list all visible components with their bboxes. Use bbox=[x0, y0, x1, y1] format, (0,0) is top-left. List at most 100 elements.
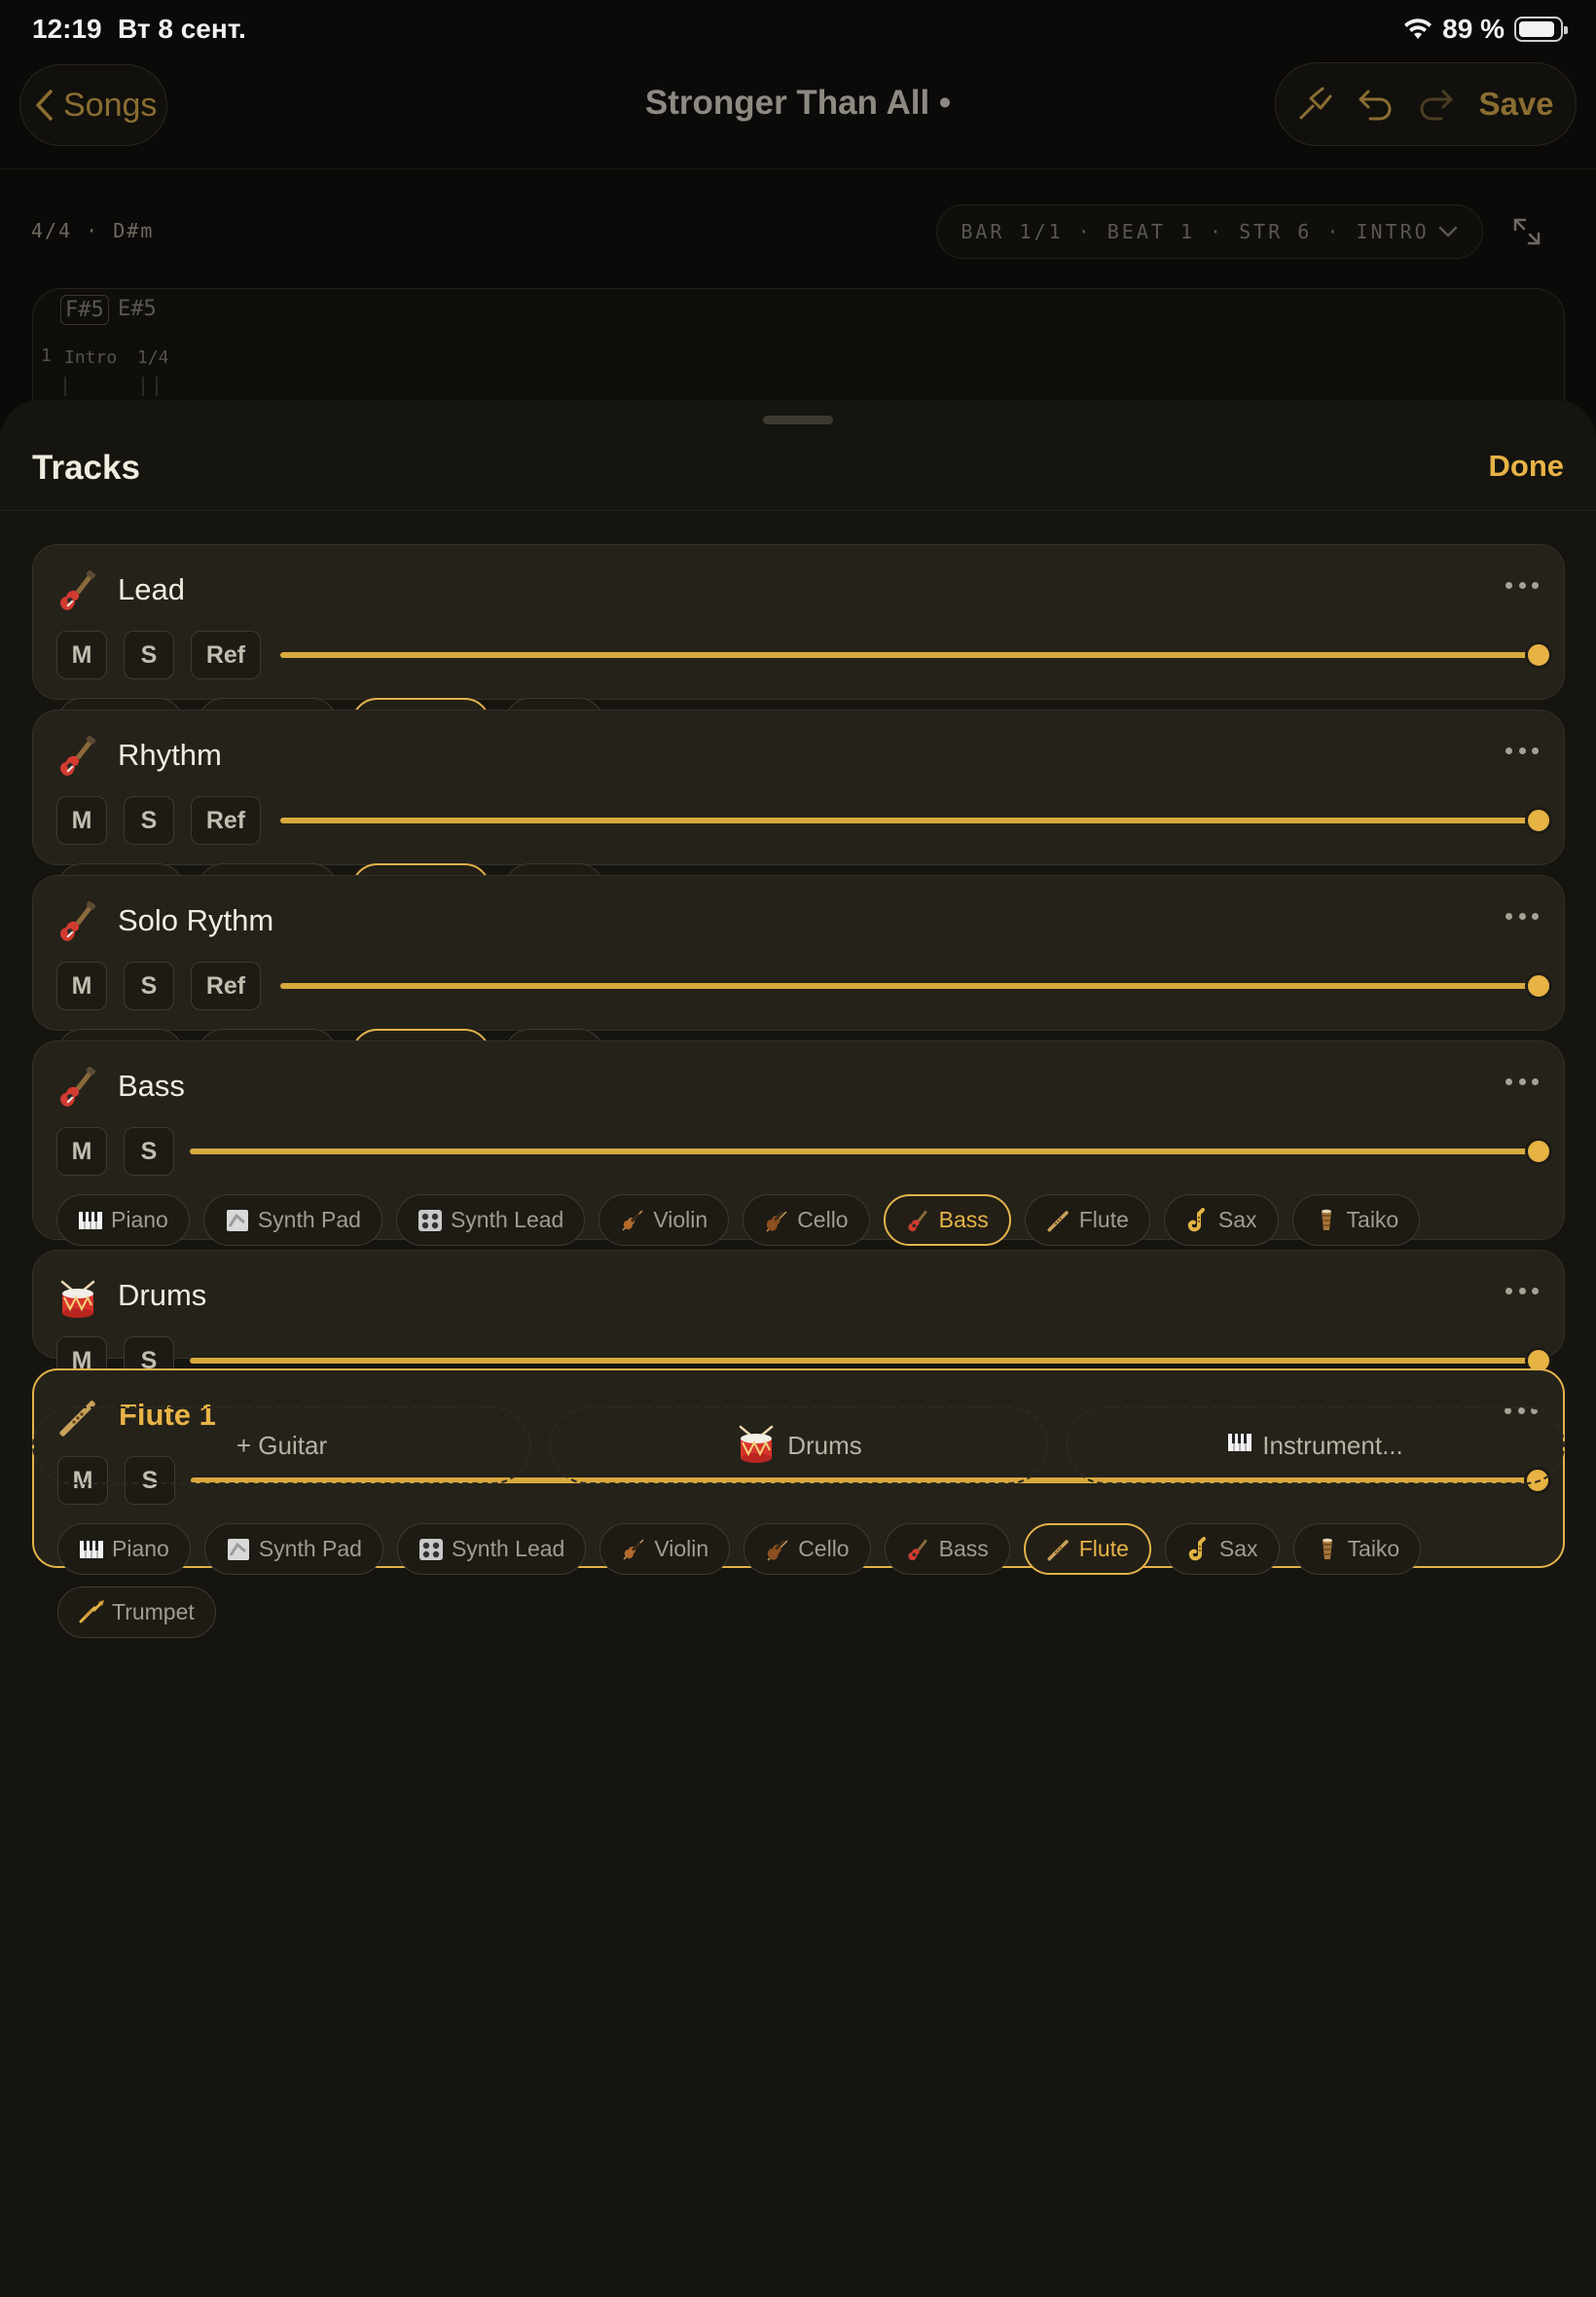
add-track-button[interactable]: Instrument... bbox=[1066, 1406, 1565, 1484]
instrument-chip[interactable]: Violin bbox=[598, 1194, 730, 1246]
solo-button[interactable]: S bbox=[124, 962, 174, 1010]
status-bar: 12:19 Вт 8 сент. 89 % bbox=[0, 0, 1596, 64]
track-name: Drums bbox=[118, 1278, 207, 1312]
add-track-button-label: Instrument... bbox=[1262, 1430, 1403, 1460]
flute-icon bbox=[1046, 1208, 1071, 1233]
reference-button[interactable]: Ref bbox=[191, 962, 261, 1010]
guitar-icon bbox=[56, 900, 99, 944]
instrument-chip[interactable]: Synth Lead bbox=[395, 1194, 586, 1246]
more-options-icon[interactable] bbox=[1505, 582, 1539, 590]
divider bbox=[0, 510, 1596, 511]
add-track-button-label: + Guitar bbox=[236, 1430, 328, 1460]
instrument-chip-label: Piano bbox=[111, 1207, 168, 1232]
chord-label[interactable]: E#5 bbox=[118, 297, 157, 321]
track-name: Solo Rythm bbox=[118, 903, 274, 937]
instrument-chip[interactable]: Flute bbox=[1023, 1523, 1151, 1575]
tuning-fork-icon[interactable] bbox=[1297, 87, 1332, 122]
mute-button[interactable]: M bbox=[56, 631, 107, 679]
guitar-icon bbox=[56, 569, 99, 613]
more-options-icon[interactable] bbox=[1505, 1078, 1539, 1086]
tab-tick bbox=[142, 377, 144, 396]
bass-guitar-icon bbox=[906, 1537, 931, 1562]
instrument-chip[interactable]: Flute bbox=[1024, 1194, 1150, 1246]
solo-button[interactable]: S bbox=[124, 1127, 174, 1176]
volume-knob[interactable] bbox=[1525, 641, 1552, 669]
instrument-chip[interactable]: Sax bbox=[1163, 1194, 1279, 1246]
volume-slider[interactable] bbox=[190, 1138, 1552, 1165]
save-button[interactable]: Save bbox=[1479, 86, 1554, 123]
solo-button[interactable]: S bbox=[124, 631, 174, 679]
volume-slider[interactable] bbox=[280, 972, 1552, 1000]
bass-guitar-icon bbox=[906, 1208, 931, 1233]
track-card[interactable]: Bass M S Piano Synth Pad Synth Lead Violin Cell… bbox=[32, 1040, 1565, 1309]
volume-slider[interactable] bbox=[280, 807, 1552, 834]
instrument-chip[interactable]: Piano bbox=[56, 1194, 190, 1246]
instrument-chip[interactable]: Taiko bbox=[1291, 1194, 1421, 1246]
add-track-button[interactable]: Drums bbox=[549, 1406, 1048, 1484]
volume-knob[interactable] bbox=[1525, 807, 1552, 834]
add-track-row: + Guitar Drums Instrument... bbox=[32, 1406, 1565, 1484]
track-card[interactable]: RhythmMSRefAcousticOverdriveDistortionSy… bbox=[32, 710, 1565, 915]
more-options-icon[interactable] bbox=[1505, 747, 1539, 755]
sheet-grabber[interactable] bbox=[763, 416, 833, 424]
synth-lead-icon bbox=[418, 1537, 444, 1562]
position-selector[interactable]: BAR 1/1 · BEAT 1 · STR 6 · INTRO bbox=[936, 204, 1483, 259]
undo-icon[interactable] bbox=[1357, 88, 1394, 121]
instrument-chip[interactable]: Cello bbox=[743, 1194, 870, 1246]
cello-icon bbox=[764, 1208, 789, 1233]
instrument-chip-label: Synth Lead bbox=[450, 1207, 564, 1232]
volume-slider[interactable] bbox=[190, 1347, 1552, 1374]
time-signature-key: 4/4 · D#m bbox=[31, 219, 155, 242]
instrument-chip-label: Synth Pad bbox=[258, 1536, 362, 1561]
chord-label[interactable]: F#5 bbox=[60, 295, 109, 325]
instrument-chip[interactable]: Synth Lead bbox=[396, 1523, 587, 1575]
sheet-title: Tracks bbox=[32, 449, 140, 487]
instrument-chip[interactable]: Taiko bbox=[1292, 1523, 1422, 1575]
drum-icon bbox=[56, 1276, 99, 1319]
instrument-chip[interactable]: Synth Pad bbox=[203, 1523, 383, 1575]
track-card[interactable]: Solo RythmMSRefAcousticOverdriveDistorti… bbox=[32, 875, 1565, 1080]
instrument-chip[interactable]: Piano bbox=[57, 1523, 191, 1575]
guitar-icon bbox=[56, 1066, 99, 1110]
instrument-chip-label: Cello bbox=[798, 1536, 850, 1561]
reference-button[interactable]: Ref bbox=[191, 631, 261, 679]
volume-knob[interactable] bbox=[1525, 972, 1552, 1000]
toolbar: Save bbox=[1275, 62, 1577, 146]
mute-button[interactable]: M bbox=[56, 796, 107, 845]
track-card[interactable]: LeadMSRefAcousticOverdriveDistortionSynt… bbox=[32, 544, 1565, 749]
instrument-chip-label: Violin bbox=[653, 1207, 708, 1232]
instrument-chip[interactable]: Bass bbox=[883, 1194, 1011, 1246]
volume-knob[interactable] bbox=[1525, 1138, 1552, 1165]
track-name: Lead bbox=[118, 572, 185, 606]
instrument-chip[interactable]: Violin bbox=[599, 1523, 731, 1575]
section-name: Intro bbox=[64, 347, 118, 368]
reference-button[interactable]: Ref bbox=[191, 796, 261, 845]
instrument-chip[interactable]: Trumpet bbox=[57, 1586, 216, 1638]
cello-icon bbox=[765, 1537, 790, 1562]
drum-icon bbox=[735, 1421, 778, 1471]
piano-icon bbox=[79, 1537, 104, 1562]
wifi-icon bbox=[1404, 18, 1433, 39]
more-options-icon[interactable] bbox=[1505, 1288, 1539, 1295]
instrument-chip-label: Sax bbox=[1218, 1536, 1258, 1561]
redo-icon[interactable] bbox=[1418, 88, 1455, 121]
navigation-bar: Songs Stronger Than All • Save bbox=[0, 62, 1596, 169]
synth-pad-icon bbox=[225, 1208, 250, 1233]
sax-icon bbox=[1185, 1207, 1211, 1233]
more-options-icon[interactable] bbox=[1505, 913, 1539, 921]
taiko-icon bbox=[1314, 1208, 1339, 1233]
instrument-chip[interactable]: Sax bbox=[1164, 1523, 1280, 1575]
expand-icon[interactable] bbox=[1511, 216, 1542, 252]
add-track-button[interactable]: + Guitar bbox=[32, 1406, 531, 1484]
volume-slider[interactable] bbox=[280, 641, 1552, 669]
track-card[interactable]: Drums M S bbox=[32, 1250, 1565, 1385]
mute-button[interactable]: M bbox=[56, 962, 107, 1010]
instrument-chip[interactable]: Cello bbox=[744, 1523, 871, 1575]
instrument-chip[interactable]: Synth Pad bbox=[202, 1194, 382, 1246]
instrument-chip[interactable]: Bass bbox=[884, 1523, 1010, 1575]
instrument-chip-label: Violin bbox=[654, 1536, 709, 1561]
done-button[interactable]: Done bbox=[1489, 449, 1565, 484]
mute-button[interactable]: M bbox=[56, 1127, 107, 1176]
instrument-chip-label: Synth Lead bbox=[451, 1536, 565, 1561]
solo-button[interactable]: S bbox=[124, 796, 174, 845]
